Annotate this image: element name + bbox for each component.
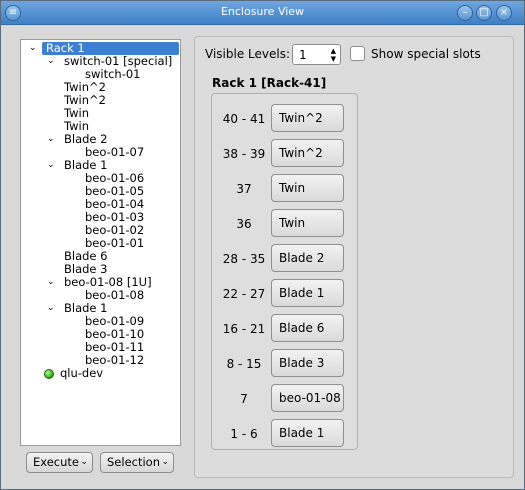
slot-range: 28 - 35 [222, 252, 266, 266]
close-icon[interactable]: × [496, 5, 512, 21]
chevron-down-icon: ⌄ [161, 457, 169, 467]
chevron-down-icon[interactable]: ⌄ [47, 133, 56, 146]
show-special-slots-checkbox[interactable] [350, 46, 365, 61]
slot-range: 38 - 39 [222, 147, 266, 161]
slot-button[interactable]: Twin [271, 209, 344, 237]
slot-range: 22 - 27 [222, 287, 266, 301]
slot-button[interactable]: Twin^2 [271, 139, 344, 167]
slot-range: 7 [240, 392, 248, 406]
slot-range: 40 - 41 [222, 112, 266, 126]
visible-levels-label: Visible Levels: [205, 47, 290, 61]
execute-button[interactable]: Execute ⌄ [26, 452, 93, 473]
chevron-down-icon[interactable]: ⌄ [47, 276, 56, 289]
slot-button[interactable]: Blade 2 [271, 244, 344, 272]
slot-range: 1 - 6 [230, 427, 258, 441]
slot-button[interactable]: Blade 3 [271, 349, 344, 377]
spin-down-icon[interactable]: ▼ [331, 55, 336, 63]
chevron-down-icon[interactable]: ⌄ [47, 302, 56, 315]
chevron-down-icon: ⌄ [80, 457, 88, 467]
slot-button[interactable]: Blade 1 [271, 419, 344, 447]
visible-levels-spinbox[interactable]: 1 ▲ ▼ [292, 44, 341, 65]
selection-button-label: Selection [107, 455, 160, 469]
show-special-slots-label: Show special slots [371, 47, 481, 61]
title-bar[interactable]: ≡ Enclosure View – □ × [1, 1, 524, 25]
slot-range: 36 [236, 217, 252, 231]
window-title: Enclosure View [220, 5, 305, 18]
chevron-down-icon[interactable]: ⌄ [47, 159, 56, 172]
minimize-icon[interactable]: – [457, 5, 473, 21]
chevron-down-icon[interactable]: ⌄ [29, 42, 38, 55]
maximize-icon[interactable]: □ [476, 5, 492, 21]
slot-button[interactable]: Blade 1 [271, 279, 344, 307]
enclosure-view-window: ≡ Enclosure View – □ × ⌄ Rack 1 ⌄ switch… [0, 0, 525, 490]
status-online-icon [44, 369, 54, 379]
slot-button[interactable]: beo-01-08 [271, 384, 344, 412]
execute-button-label: Execute [33, 455, 79, 469]
tree-item[interactable]: qlu-dev [60, 367, 103, 380]
rack-title: Rack 1 [Rack-41] [212, 76, 327, 90]
spin-up-icon[interactable]: ▲ [331, 47, 336, 55]
slot-range: 8 - 15 [226, 357, 262, 371]
slot-range: 16 - 21 [222, 322, 266, 336]
selection-button[interactable]: Selection ⌄ [100, 452, 174, 473]
slot-button[interactable]: Twin^2 [271, 104, 344, 132]
rack-tree[interactable]: ⌄ Rack 1 ⌄ switch-01 [special] switch-01… [20, 39, 181, 446]
visible-levels-value: 1 [299, 48, 307, 62]
slot-range: 37 [236, 182, 252, 196]
slot-button[interactable]: Blade 6 [271, 314, 344, 342]
slot-button[interactable]: Twin [271, 174, 344, 202]
chevron-down-icon[interactable]: ⌄ [47, 55, 56, 68]
